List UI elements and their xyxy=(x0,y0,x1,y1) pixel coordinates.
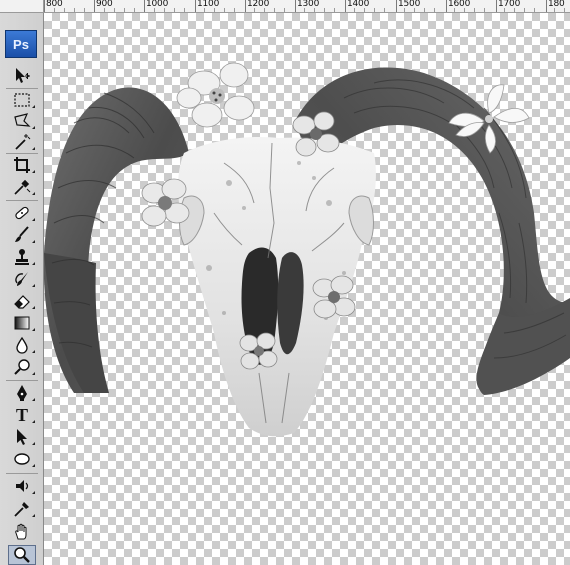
3d-rotate-icon xyxy=(16,480,29,492)
ruler-label: 1400 xyxy=(347,0,370,9)
ruler-label: 1300 xyxy=(297,0,320,9)
marquee-tool[interactable] xyxy=(8,90,36,110)
photoshop-logo: Ps xyxy=(5,30,37,58)
ruler-label: 1600 xyxy=(448,0,471,9)
eyedropper-icon xyxy=(14,502,29,517)
brush-icon xyxy=(15,226,29,242)
blur-tool[interactable] xyxy=(8,335,36,355)
crop-tool[interactable] xyxy=(8,155,36,175)
eyedropper-icon xyxy=(14,179,31,195)
magic-wand-tool[interactable] xyxy=(8,132,36,152)
type-tool[interactable]: T xyxy=(8,405,36,425)
history-brush-tool[interactable] xyxy=(8,269,36,289)
path-selection-tool[interactable] xyxy=(8,427,36,447)
tools-panel: Ps T xyxy=(0,13,44,565)
lasso-tool[interactable] xyxy=(8,111,36,131)
horizontal-ruler[interactable]: 800 900 1000 1100 1200 1300 1400 1500 16… xyxy=(0,0,570,13)
history-brush-icon xyxy=(15,272,28,286)
crop-icon xyxy=(14,157,30,173)
ruler-label: 1500 xyxy=(398,0,421,9)
zoom-icon xyxy=(14,547,30,563)
type-icon: T xyxy=(15,404,28,425)
eyedropper-tool[interactable] xyxy=(8,177,36,197)
ellipse-icon xyxy=(14,453,30,465)
ram-skull-artwork xyxy=(44,62,570,437)
pen-tool[interactable] xyxy=(8,383,36,403)
left-horn xyxy=(44,87,189,393)
eraser-tool[interactable] xyxy=(8,291,36,311)
ruler-label: 180 xyxy=(548,0,565,9)
magic-wand-icon xyxy=(15,134,31,150)
3d-rotate-tool[interactable] xyxy=(8,476,36,496)
stamp-icon xyxy=(15,249,29,265)
bandage-icon xyxy=(15,206,29,220)
zoom-tool[interactable] xyxy=(8,545,36,565)
dodge-tool[interactable] xyxy=(8,357,36,377)
arrow-icon xyxy=(17,429,27,445)
brush-tool[interactable] xyxy=(8,225,36,245)
move-tool[interactable] xyxy=(8,66,36,86)
healing-brush-tool[interactable] xyxy=(8,203,36,223)
shape-tool[interactable] xyxy=(8,449,36,469)
drop-icon xyxy=(16,336,28,354)
3d-camera-tool[interactable] xyxy=(8,499,36,519)
ruler-label: 1700 xyxy=(498,0,521,9)
ruler-label: 1200 xyxy=(247,0,270,9)
gradient-icon xyxy=(14,316,30,330)
marquee-icon xyxy=(14,93,30,107)
ruler-origin[interactable] xyxy=(0,0,44,13)
dodge-icon xyxy=(14,359,30,375)
move-icon xyxy=(16,68,30,83)
document-canvas[interactable] xyxy=(44,13,570,565)
pen-icon xyxy=(17,385,27,401)
ruler-label: 1100 xyxy=(197,0,220,9)
hand-icon xyxy=(15,523,27,540)
lasso-icon xyxy=(14,113,31,127)
hand-tool[interactable] xyxy=(8,522,36,542)
gradient-tool[interactable] xyxy=(8,313,36,333)
clone-stamp-tool[interactable] xyxy=(8,247,36,267)
eraser-icon xyxy=(14,295,30,309)
flower-top-left xyxy=(176,62,255,128)
